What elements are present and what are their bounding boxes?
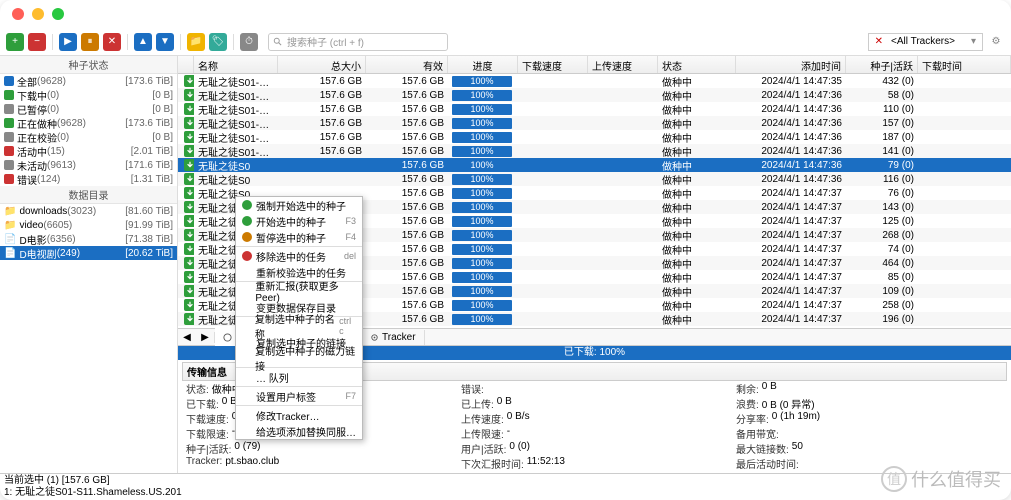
col-have[interactable]: 有效	[366, 56, 448, 73]
detail-item: 用户|活跃:0 (0)	[457, 441, 732, 456]
table-row[interactable]: 无耻之徒S0 157.6 GB 100% 做种中 2024/4/1 14:47:…	[178, 172, 1011, 186]
remove-icon[interactable]: −	[28, 33, 46, 51]
tag-icon[interactable]: 🏷	[209, 33, 227, 51]
menu-item[interactable]: 修改Tracker…	[236, 407, 362, 423]
sidebar-section-dirs: 数据目录	[0, 186, 177, 204]
down-icon[interactable]: ▼	[156, 33, 174, 51]
table-row[interactable]: 无耻之徒S01-S1… 157.6 GB 157.6 GB 100% 做种中 2…	[178, 144, 1011, 158]
detail-item: 剩余:0 B	[732, 381, 1007, 396]
sidebar-dir-item[interactable]: 📁downloads (3023)[81.60 TiB]	[0, 204, 177, 218]
col-size[interactable]: 总大小	[278, 56, 366, 73]
table-row[interactable]: 无耻之徒S01-S1… 157.6 GB 157.6 GB 100% 做种中 2…	[178, 130, 1011, 144]
folder-icon[interactable]: 📁	[187, 33, 205, 51]
search-icon	[273, 37, 283, 47]
statusbar: 当前选中 (1) [157.6 GB] 1: 无耻之徒S01-S11.Shame…	[0, 473, 1011, 500]
search-placeholder: 搜索种子 (ctrl + f)	[287, 34, 364, 49]
menu-item[interactable]: 复制选中种子的名称ctrl c	[236, 318, 362, 334]
stop-icon[interactable]: ✕	[103, 33, 121, 51]
col-ul[interactable]: 上传速度	[588, 56, 658, 73]
detail-item: 种子|活跃:0 (79)	[182, 441, 457, 456]
tab-prev-icon[interactable]: ◀	[178, 332, 196, 343]
detail-item: 上传限速:-	[457, 426, 732, 441]
menu-item[interactable]: 给选项添加替换同服…	[236, 423, 362, 439]
broadcast-icon	[370, 333, 379, 342]
table-row[interactable]: 无耻之徒S01-S1… 157.6 GB 157.6 GB 100% 做种中 2…	[178, 116, 1011, 130]
chevron-down-icon: ▾	[971, 36, 976, 47]
table-row[interactable]: 无耻之徒S01-S1… 157.6 GB 157.6 GB 100% 做种中 2…	[178, 102, 1011, 116]
detail-item: 下次汇报时间:11:52:13	[457, 456, 732, 471]
sidebar-state-item[interactable]: 活动中 (15)[2.01 TiB]	[0, 144, 177, 158]
table-header: 名称 总大小 有效 进度 下载速度 上传速度 状态 添加时间 种子|活跃 下载时…	[178, 56, 1011, 74]
tracker-filter-select[interactable]: ✕ <All Trackers> ▾	[868, 33, 983, 51]
settings-icon[interactable]: ⚙	[987, 33, 1005, 51]
menu-item[interactable]: 重新汇报(获取更多Peer)	[236, 283, 362, 299]
menu-item[interactable]: 强制开始选中的种子	[236, 197, 362, 213]
menu-item[interactable]: 开始选中的种子F3	[236, 213, 362, 229]
sidebar-dir-item[interactable]: 📁video (6605)[91.99 TiB]	[0, 218, 177, 232]
tab-next-icon[interactable]: ▶	[196, 332, 214, 343]
detail-item: 最后活动时间:	[732, 456, 1007, 471]
start-icon[interactable]: ▶	[59, 33, 77, 51]
menu-item[interactable]: 复制选中种子的磁力链接	[236, 350, 362, 366]
tracker-filter-label: <All Trackers>	[891, 36, 955, 47]
sidebar-section-states: 种子状态	[0, 56, 177, 74]
sidebar: 种子状态 全部 (9628)[173.6 TiB]下载中 (0)[0 B]已暂停…	[0, 56, 178, 473]
sidebar-state-item[interactable]: 下载中 (0)[0 B]	[0, 88, 177, 102]
sidebar-state-item[interactable]: 全部 (9628)[173.6 TiB]	[0, 74, 177, 88]
statusbar-selection: 当前选中 (1) [157.6 GB]	[4, 475, 1007, 487]
detail-item: 上传速度:0 B/s	[457, 411, 732, 426]
sidebar-state-item[interactable]: 正在校验 (0)[0 B]	[0, 130, 177, 144]
col-date[interactable]: 添加时间	[736, 56, 846, 73]
add-torrent-icon[interactable]: +	[6, 33, 24, 51]
sidebar-state-item[interactable]: 正在做种 (9628)[173.6 TiB]	[0, 116, 177, 130]
detail-item: 已上传:0 B	[457, 396, 732, 411]
table-row[interactable]: 无耻之徒S01-S1… 157.6 GB 157.6 GB 100% 做种中 2…	[178, 88, 1011, 102]
sidebar-dir-item[interactable]: 📄D电视剧 (249)[20.62 TiB]	[0, 246, 177, 260]
detail-item: 最大链接数:50	[732, 441, 1007, 456]
clear-icon[interactable]: ✕	[875, 36, 883, 47]
toolbar: + − ▶ ⏸ ✕ ▲ ▼ 📁 🏷 ⏱ 搜索种子 (ctrl + f) ✕ <A…	[0, 28, 1011, 56]
detail-item: 分享率:0 (1h 19m)	[732, 411, 1007, 426]
col-prog[interactable]: 进度	[448, 56, 518, 73]
info-icon	[223, 333, 232, 342]
context-menu[interactable]: 强制开始选中的种子开始选中的种子F3暂停选中的种子F4移除选中的任务del重新校…	[235, 196, 363, 440]
table-row[interactable]: 无耻之徒S01-S1… 157.6 GB 157.6 GB 100% 做种中 2…	[178, 74, 1011, 88]
up-icon[interactable]: ▲	[134, 33, 152, 51]
sidebar-state-item[interactable]: 错误 (124)[1.31 TiB]	[0, 172, 177, 186]
detail-item: 错误:	[457, 381, 732, 396]
detail-item: Tracker:pt.sbao.club	[182, 456, 457, 471]
statusbar-name: 1: 无耻之徒S01-S11.Shameless.US.201	[4, 487, 1007, 499]
menu-item[interactable]: 设置用户标签F7	[236, 388, 362, 404]
titlebar	[0, 0, 1011, 28]
pause-icon[interactable]: ⏸	[81, 33, 99, 51]
col-last[interactable]: 下载时间	[918, 56, 1011, 73]
sidebar-state-item[interactable]: 已暂停 (0)[0 B]	[0, 102, 177, 116]
col-name[interactable]: 名称	[194, 56, 278, 73]
gauge-icon[interactable]: ⏱	[240, 33, 258, 51]
col-seed[interactable]: 种子|活跃	[846, 56, 918, 73]
col-dl[interactable]: 下载速度	[518, 56, 588, 73]
table-row[interactable]: 无耻之徒S0 157.6 GB 100% 做种中 2024/4/1 14:47:…	[178, 158, 1011, 172]
maximize-button[interactable]	[52, 8, 64, 20]
col-stat[interactable]: 状态	[658, 56, 736, 73]
sidebar-state-item[interactable]: 未活动 (9613)[171.6 TiB]	[0, 158, 177, 172]
detail-item: 浪费:0 B (0 异常)	[732, 396, 1007, 411]
menu-item[interactable]: 暂停选中的种子F4	[236, 229, 362, 245]
detail-item: 备用带宽:	[732, 426, 1007, 441]
tab-tracker[interactable]: Tracker	[362, 330, 425, 345]
menu-item[interactable]: 移除选中的任务del	[236, 248, 362, 264]
close-button[interactable]	[12, 8, 24, 20]
sidebar-dir-item[interactable]: 📄D电影 (6356)[71.38 TiB]	[0, 232, 177, 246]
search-input[interactable]: 搜索种子 (ctrl + f)	[268, 33, 448, 51]
minimize-button[interactable]	[32, 8, 44, 20]
